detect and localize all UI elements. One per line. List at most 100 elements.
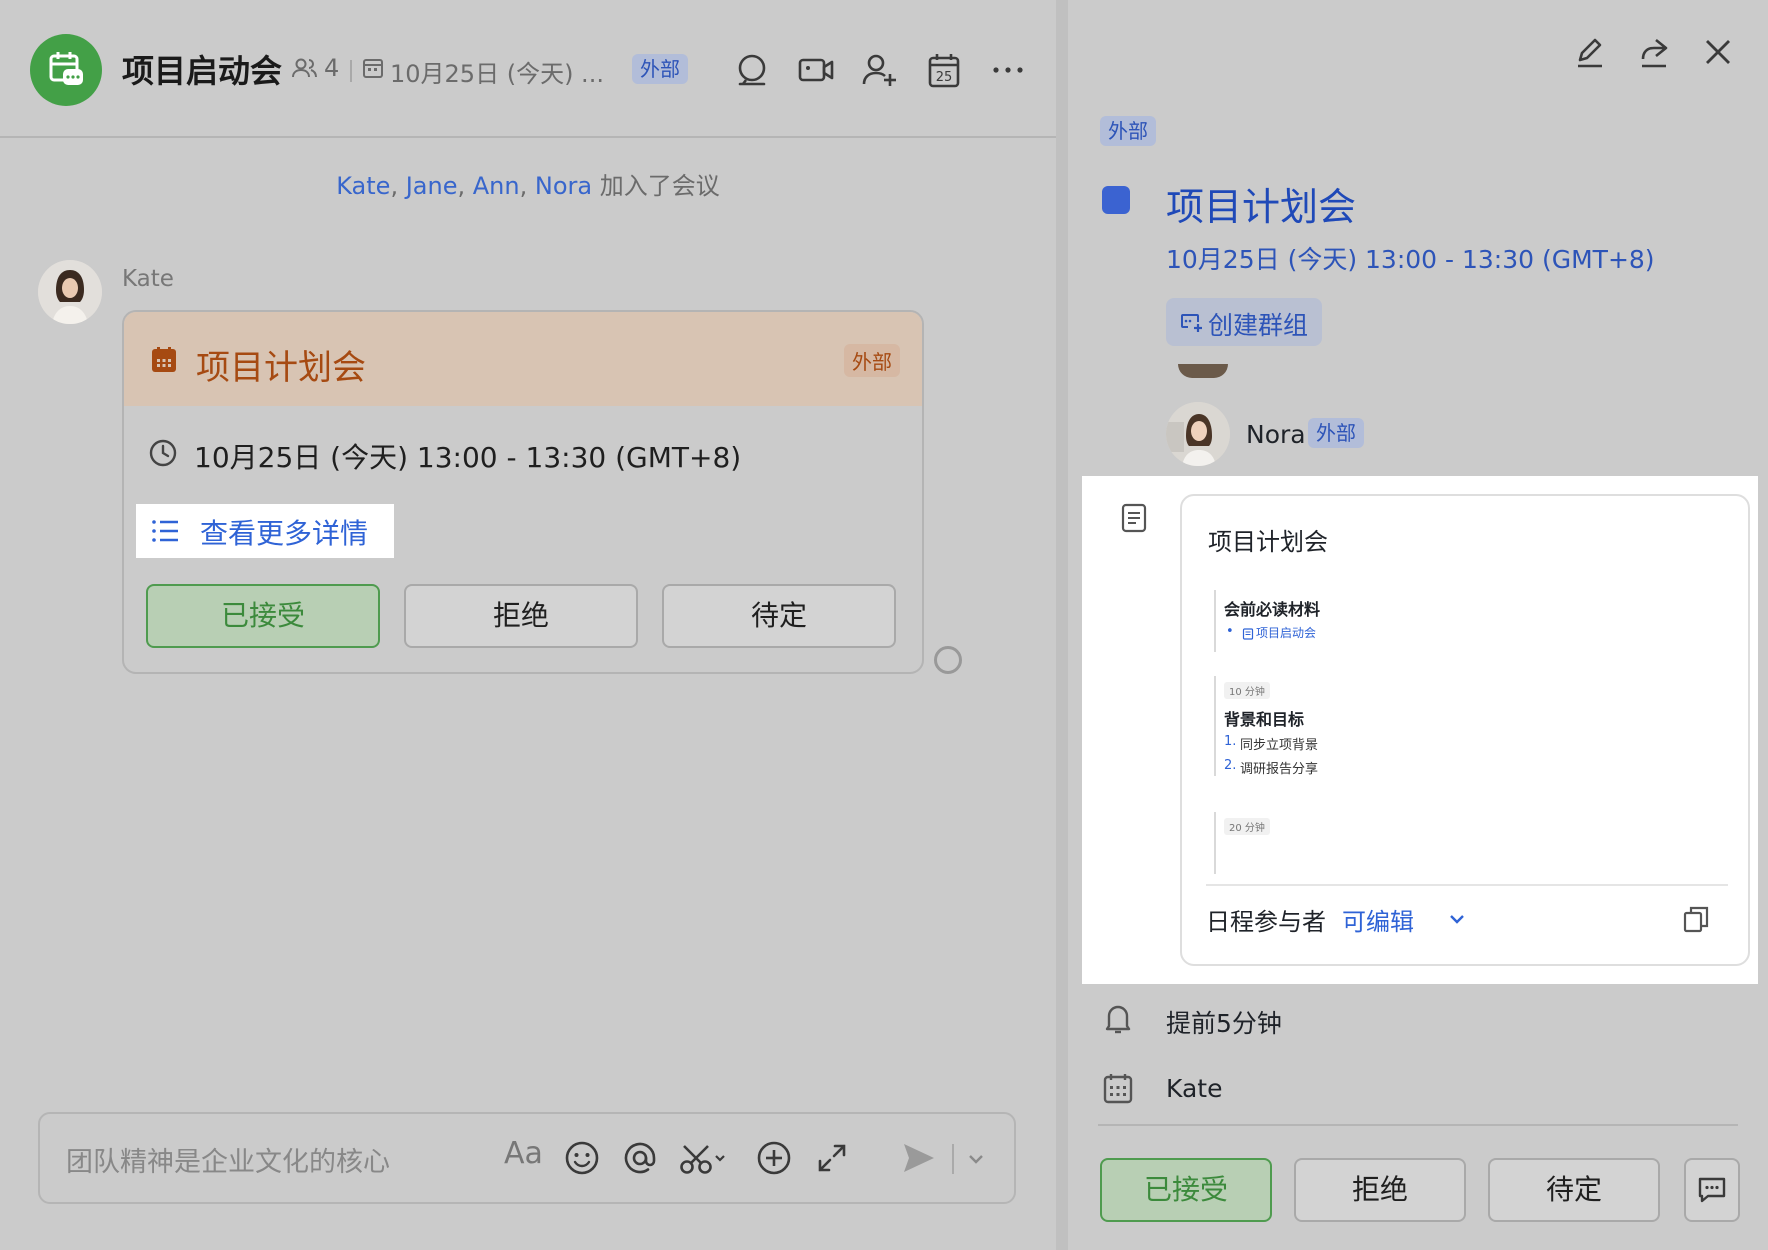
separator: ,	[457, 172, 466, 200]
accept-button[interactable]: 已接受	[1100, 1158, 1272, 1222]
group-chat-icon	[1180, 310, 1204, 334]
meeting-notes-section: 项目计划会 会前必读材料 • 项目启动会 10 分钟 背景和目标 1. 同步立项…	[1082, 476, 1758, 984]
join-notice-suffix: 加入了会议	[599, 172, 720, 200]
external-tag: 外部	[1308, 418, 1364, 448]
group-avatar[interactable]	[30, 34, 102, 106]
doc-card-divider	[1206, 884, 1728, 886]
video-call-icon[interactable]	[796, 50, 836, 90]
message-composer[interactable]: 团队精神是企业文化的核心 Aa	[38, 1112, 1016, 1204]
chat-bubble-icon	[1698, 1177, 1726, 1203]
doc-link-icon	[1242, 625, 1254, 640]
decline-button[interactable]: 拒绝	[1294, 1158, 1466, 1222]
separator: ,	[390, 172, 399, 200]
joined-user[interactable]: Nora	[535, 172, 592, 200]
external-tag: 外部	[844, 344, 900, 377]
panel-divider[interactable]	[1056, 0, 1068, 1250]
calendar-icon	[150, 346, 178, 374]
preview-heading: 会前必读材料	[1224, 600, 1321, 619]
event-time: 10月25日 (今天) 13:00 - 13:30 (GMT+8)	[1166, 245, 1655, 274]
list-number: 1.	[1224, 734, 1237, 749]
event-detail-panel: 外部 项目计划会 10月25日 (今天) 13:00 - 13:30 (GMT+…	[1068, 0, 1768, 1250]
preview-block-bar	[1214, 812, 1216, 874]
create-group-label: 创建群组	[1208, 311, 1309, 340]
document-icon	[1118, 502, 1150, 534]
event-time: 10月25日 (今天) 13:00 - 13:30 (GMT+8)	[194, 441, 742, 474]
share-icon[interactable]	[1636, 34, 1672, 70]
copy-icon[interactable]	[1682, 904, 1710, 934]
chat-title: 项目启动会	[122, 52, 283, 90]
event-card-header: 项目计划会 外部	[124, 312, 922, 406]
chevron-down-icon[interactable]	[1448, 910, 1466, 928]
preview-list-item: 调研报告分享	[1240, 762, 1319, 777]
preview-doc-link[interactable]: 项目启动会	[1256, 624, 1316, 641]
event-title: 项目计划会	[1166, 185, 1357, 229]
mention-icon[interactable]	[620, 1138, 660, 1178]
emoji-icon[interactable]	[562, 1138, 602, 1178]
preview-block-bar	[1214, 590, 1216, 652]
decline-button[interactable]: 拒绝	[404, 584, 638, 648]
member-count[interactable]: 4	[324, 54, 339, 82]
send-icon[interactable]	[898, 1138, 938, 1178]
calendar-icon-day: 25	[936, 70, 953, 85]
separator: ,	[519, 172, 528, 200]
send-options-chevron-icon[interactable]	[964, 1144, 988, 1174]
external-tag: 外部	[632, 54, 688, 84]
more-icon[interactable]	[988, 50, 1028, 90]
avatar[interactable]	[38, 260, 102, 324]
chat-panel: 项目启动会 4 10月25日 (今天) ... 外部 25 Kate, Jane…	[0, 0, 1056, 1250]
list-number: 2.	[1224, 758, 1237, 773]
event-card: 项目计划会 外部 10月25日 (今天) 13:00 - 13:30 (GMT+…	[122, 310, 924, 674]
avatar[interactable]	[1166, 402, 1230, 466]
calendar-chat-icon	[49, 52, 83, 85]
organizer-name: Kate	[1166, 1074, 1223, 1103]
read-status-icon	[934, 646, 962, 674]
format-icon[interactable]: Aa	[504, 1136, 548, 1176]
bell-icon	[1100, 1000, 1136, 1036]
header-divider	[350, 60, 352, 82]
search-icon[interactable]	[732, 50, 772, 90]
duration-chip: 20 分钟	[1224, 818, 1270, 835]
clock-icon	[148, 438, 178, 468]
bullet: •	[1226, 624, 1234, 639]
calendar-icon[interactable]: 25	[924, 50, 964, 90]
event-title[interactable]: 项目计划会	[196, 340, 366, 389]
permission-label: 日程参与者	[1206, 908, 1326, 936]
preview-heading: 背景和目标	[1224, 710, 1305, 729]
join-notice: Kate, Jane, Ann, Nora 加入了会议	[0, 166, 1056, 201]
doc-title[interactable]: 项目计划会	[1208, 522, 1328, 557]
doc-preview[interactable]: 会前必读材料 • 项目启动会 10 分钟 背景和目标 1. 同步立项背景 2. …	[1208, 590, 1728, 874]
permission-dropdown[interactable]: 可编辑	[1342, 902, 1414, 937]
joined-user[interactable]: Kate	[336, 172, 390, 200]
send-divider	[952, 1144, 954, 1174]
expand-icon[interactable]	[812, 1138, 852, 1178]
event-color-swatch	[1102, 186, 1130, 214]
small-calendar-icon	[362, 57, 384, 85]
members-icon[interactable]	[292, 56, 318, 86]
tentative-button[interactable]: 待定	[662, 584, 896, 648]
external-tag: 外部	[1100, 116, 1156, 146]
add-member-icon[interactable]	[860, 50, 900, 90]
attendee-name[interactable]: Nora	[1246, 420, 1306, 449]
add-icon[interactable]	[754, 1138, 794, 1178]
preview-block-bar	[1214, 676, 1216, 776]
sender-name: Kate	[122, 266, 174, 292]
tentative-button[interactable]: 待定	[1488, 1158, 1660, 1222]
joined-user[interactable]: Jane	[406, 172, 458, 200]
edit-icon[interactable]	[1572, 34, 1608, 70]
create-group-button[interactable]: 创建群组	[1166, 298, 1322, 346]
list-icon	[150, 516, 180, 546]
meeting-doc-card[interactable]: 项目计划会 会前必读材料 • 项目启动会 10 分钟 背景和目标 1. 同步立项…	[1180, 494, 1750, 966]
reminder-text[interactable]: 提前5分钟	[1166, 1004, 1282, 1040]
view-details-label: 查看更多详情	[200, 517, 369, 550]
close-icon[interactable]	[1700, 34, 1736, 70]
screenshot-icon[interactable]	[678, 1138, 734, 1178]
rsvp-divider	[1098, 1124, 1738, 1126]
event-preview[interactable]: 10月25日 (今天) ...	[390, 54, 604, 89]
preview-list-item: 同步立项背景	[1240, 738, 1319, 753]
view-details-link[interactable]: 查看更多详情	[136, 504, 394, 558]
accept-button[interactable]: 已接受	[146, 584, 380, 648]
message-input-placeholder[interactable]: 团队精神是企业文化的核心	[66, 1140, 390, 1179]
event-chat-button[interactable]	[1684, 1158, 1740, 1222]
joined-user[interactable]: Ann	[473, 172, 520, 200]
avatar[interactable]	[1178, 364, 1228, 378]
